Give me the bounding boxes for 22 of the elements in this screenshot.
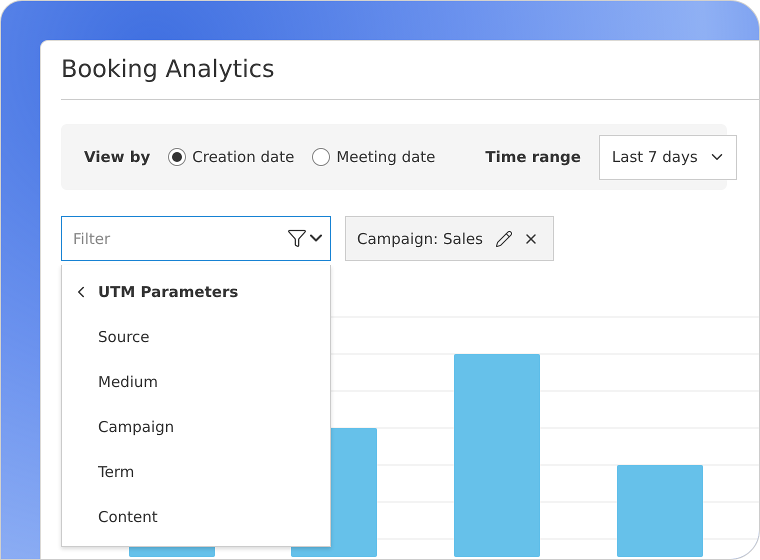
radio-option[interactable]: Creation date	[168, 148, 294, 166]
time-range-label: Time range	[485, 148, 581, 166]
funnel-icon	[287, 228, 307, 248]
time-range-select[interactable]: Last 7 days	[598, 134, 737, 180]
chevron-down-icon	[310, 234, 322, 242]
edit-button[interactable]	[494, 230, 513, 248]
radio-icon[interactable]	[312, 148, 330, 166]
back-button[interactable]: UTM Parameters	[62, 279, 238, 305]
chip-label: Campaign: Sales	[357, 230, 483, 248]
menu-item[interactable]: Term	[62, 459, 134, 485]
view-by-label: View by	[84, 148, 150, 166]
radio-icon[interactable]	[168, 148, 186, 166]
menu-item[interactable]: Source	[62, 324, 150, 350]
pencil-icon	[494, 230, 513, 248]
filter-field[interactable]: Filter	[61, 216, 331, 261]
menu-item[interactable]: Campaign	[62, 414, 174, 440]
radio-label: Meeting date	[336, 148, 436, 166]
radio-label: Creation date	[192, 148, 294, 166]
menu-item[interactable]: Medium	[62, 369, 158, 395]
page-title: Booking Analytics	[61, 41, 759, 100]
menu-item[interactable]: Content	[62, 504, 158, 530]
radio-option[interactable]: Meeting date	[312, 148, 436, 166]
